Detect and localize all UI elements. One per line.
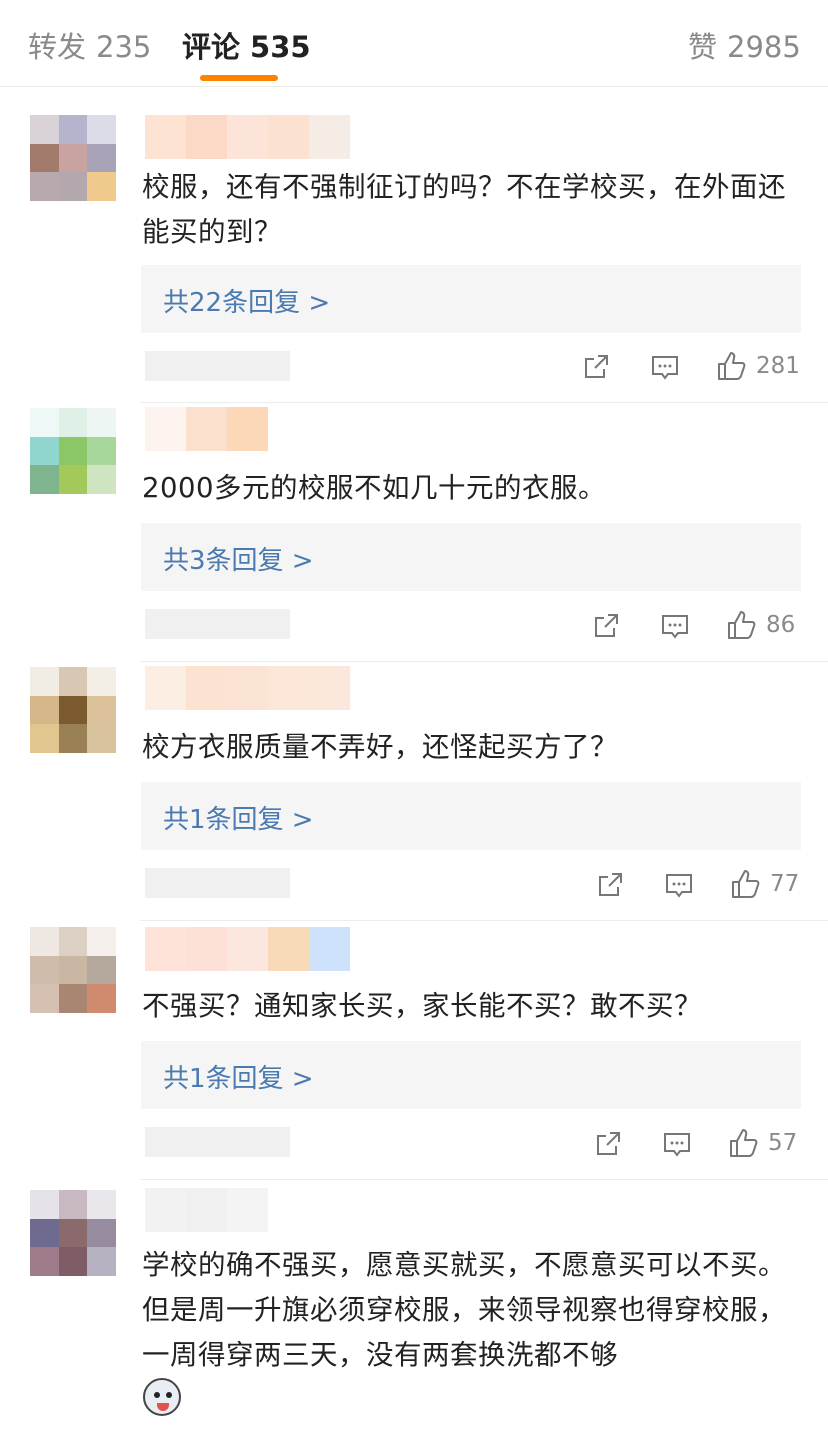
like-button[interactable]: 86: [726, 609, 795, 641]
comment-item: 不强买？通知家长买，家长能不买？敢不买？ 共1条回复 > 57: [0, 921, 828, 1180]
like-button[interactable]: 281: [716, 350, 800, 382]
comment-text: 校方衣服质量不弄好，还怪起买方了？: [142, 731, 618, 763]
comment-item: 2000多元的校服不如几十元的衣服。 共3条回复 > 86: [0, 403, 828, 662]
like-count: 57: [768, 1130, 798, 1156]
comment-item: 学校的确不强买，愿意买就买，不愿意买可以不买。但是周一升旗必须穿校服，来领导视察…: [0, 1180, 828, 1438]
timestamp-blurred: [145, 609, 290, 639]
thumbs-up-icon: [716, 350, 748, 382]
username-blurred[interactable]: [145, 115, 350, 159]
share-button[interactable]: [592, 612, 620, 640]
tab-likes-label: 赞: [688, 30, 718, 64]
comment-button[interactable]: [664, 872, 694, 900]
comment-button[interactable]: [650, 354, 680, 382]
reply-summary[interactable]: 共3条回复 >: [141, 523, 801, 591]
like-button[interactable]: 77: [730, 868, 799, 900]
like-button[interactable]: 57: [728, 1127, 797, 1159]
comment-text: 学校的确不强买，愿意买就买，不愿意买可以不买。但是周一升旗必须穿校服，来领导视察…: [142, 1249, 786, 1371]
comment-item: 校方衣服质量不弄好，还怪起买方了？ 共1条回复 > 77: [0, 662, 828, 921]
timestamp-blurred: [145, 868, 290, 898]
like-count: 86: [766, 612, 796, 638]
avatar[interactable]: [30, 927, 116, 1013]
tab-reposts-count: 235: [96, 30, 152, 64]
thumbs-up-icon: [726, 609, 758, 641]
tab-likes[interactable]: 赞 2985: [688, 24, 801, 66]
comment-icon: [660, 613, 690, 641]
reply-link[interactable]: 共1条回复 >: [163, 799, 314, 836]
husky-emoji-icon: [143, 1378, 181, 1416]
comment-button[interactable]: [660, 613, 690, 641]
timestamp-blurred: [145, 1127, 290, 1157]
share-icon: [596, 871, 624, 899]
tab-reposts-label: 转发: [28, 30, 87, 64]
share-icon: [582, 353, 610, 381]
tab-comments-count: 535: [250, 30, 311, 64]
comment-text: 校服，还有不强制征订的吗？不在学校买，在外面还能买的到？: [142, 171, 786, 248]
share-button[interactable]: [582, 353, 610, 381]
tab-bar: 转发 235 评论 535 赞 2985: [0, 0, 828, 87]
comment-text: 2000多元的校服不如几十元的衣服。: [142, 472, 606, 504]
comment-button[interactable]: [662, 1131, 692, 1159]
tab-comments-label: 评论: [182, 30, 241, 64]
reply-summary[interactable]: 共1条回复 >: [141, 782, 801, 850]
share-icon: [594, 1130, 622, 1158]
username-blurred[interactable]: [145, 1188, 350, 1232]
comment-icon: [664, 872, 694, 900]
comment-icon: [662, 1131, 692, 1159]
reply-link[interactable]: 共1条回复 >: [163, 1058, 314, 1095]
reply-summary[interactable]: 共22条回复 >: [141, 265, 801, 333]
comment-text: 不强买？通知家长买，家长能不买？敢不买？: [142, 990, 702, 1022]
active-tab-indicator: [200, 75, 278, 81]
reply-summary[interactable]: 共1条回复 >: [141, 1041, 801, 1109]
thumbs-up-icon: [730, 868, 762, 900]
username-blurred[interactable]: [145, 666, 350, 710]
share-button[interactable]: [594, 1130, 622, 1158]
avatar[interactable]: [30, 408, 116, 494]
avatar[interactable]: [30, 667, 116, 753]
share-icon: [592, 612, 620, 640]
like-count: 77: [770, 871, 800, 897]
tab-reposts[interactable]: 转发 235: [28, 24, 151, 66]
like-count: 281: [756, 353, 800, 379]
avatar[interactable]: [30, 1190, 116, 1276]
username-blurred[interactable]: [145, 927, 350, 971]
timestamp-blurred: [145, 351, 290, 381]
tab-comments[interactable]: 评论 535: [182, 24, 311, 66]
share-button[interactable]: [596, 871, 624, 899]
username-blurred[interactable]: [145, 407, 350, 451]
reply-link[interactable]: 共3条回复 >: [163, 540, 314, 577]
comment-icon: [650, 354, 680, 382]
reply-link[interactable]: 共22条回复 >: [163, 282, 330, 319]
comment-item: 校服，还有不强制征订的吗？不在学校买，在外面还能买的到？ 共22条回复 > 28…: [0, 87, 828, 403]
thumbs-up-icon: [728, 1127, 760, 1159]
tab-likes-count: 2985: [727, 30, 801, 64]
avatar[interactable]: [30, 115, 116, 201]
